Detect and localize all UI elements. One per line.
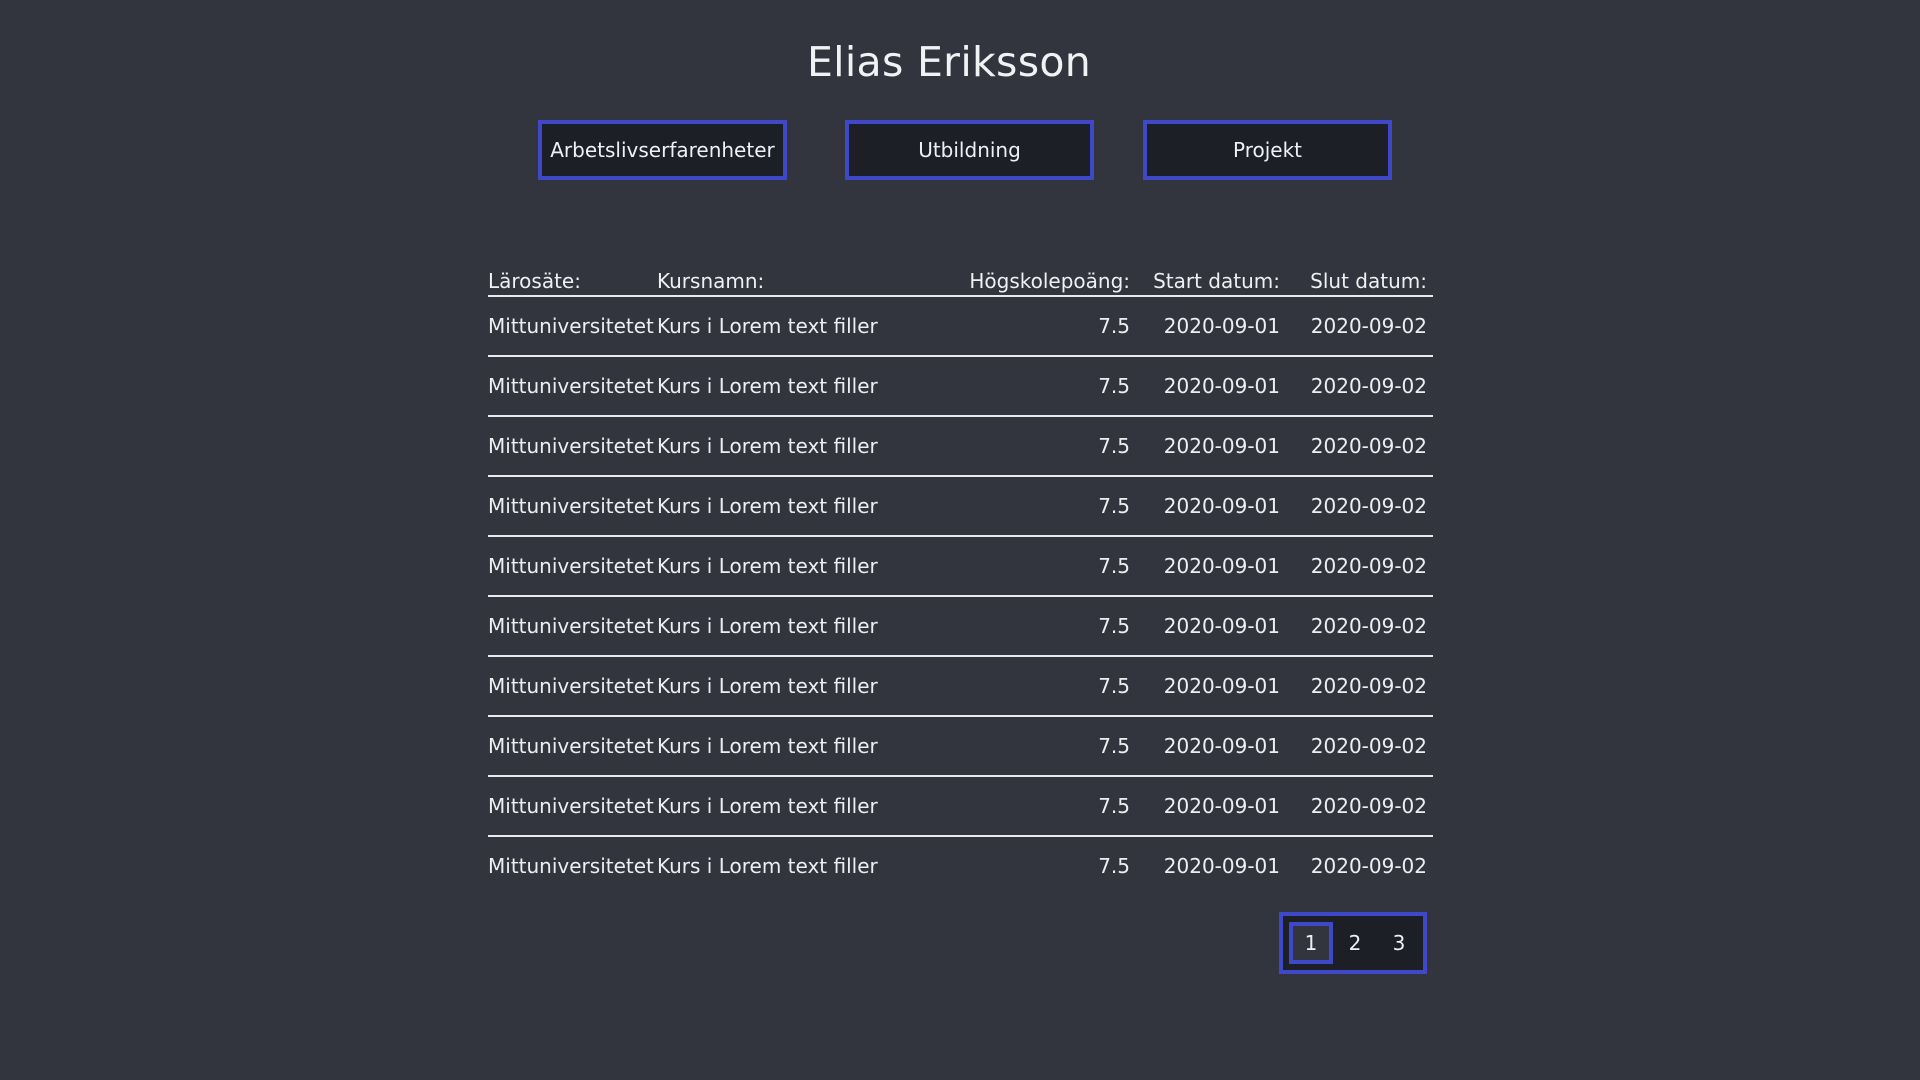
cell-start-date: 2020-09-01 bbox=[1140, 716, 1290, 777]
cell-points: 7.5 bbox=[933, 476, 1140, 537]
table-row: Mittuniversitetet Kurs i Lorem text fille… bbox=[488, 416, 1433, 477]
cell-course: Kurs i Lorem text filler bbox=[657, 596, 933, 657]
cell-points: 7.5 bbox=[933, 656, 1140, 717]
cell-points: 7.5 bbox=[933, 596, 1140, 657]
cell-school: Mittuniversitetet bbox=[488, 416, 657, 477]
cell-points: 7.5 bbox=[1098, 854, 1130, 878]
cell-start-date: 2020-09-01 bbox=[1140, 776, 1290, 837]
cell-points: 7.5 bbox=[933, 716, 1140, 777]
cell-end-date: 2020-09-02 bbox=[1290, 656, 1433, 717]
cell-points: 7.5 bbox=[933, 776, 1140, 837]
cell-start-date: 2020-09-01 bbox=[1140, 536, 1290, 597]
header-points: Högskolepoäng: bbox=[933, 263, 1140, 297]
cell-points: 7.5 bbox=[933, 416, 1140, 477]
tab-education[interactable]: Utbildning bbox=[845, 120, 1094, 180]
cell-course: Kurs i Lorem text filler bbox=[657, 776, 933, 837]
cell-points: 7.5 bbox=[933, 536, 1140, 597]
header-start-date: Start datum: bbox=[1140, 263, 1290, 297]
cell-end-date: 2020-09-02 bbox=[1290, 716, 1433, 777]
cell-course: Kurs i Lorem text filler bbox=[657, 356, 933, 417]
cell-end-date: 2020-09-02 bbox=[1290, 296, 1433, 357]
table-row: Mittuniversitetet Kurs i Lorem text fille… bbox=[488, 296, 1433, 357]
header-end-date: Slut datum: bbox=[1290, 263, 1433, 297]
cell-end-date: 2020-09-02 bbox=[1290, 776, 1433, 837]
cell-school: Mittuniversitetet bbox=[488, 476, 657, 537]
cell-school: Mittuniversitetet bbox=[488, 296, 657, 357]
cell-start-date: 2020-09-01 bbox=[1140, 356, 1290, 417]
header-course: Kursnamn: bbox=[657, 263, 933, 297]
table-row: Mittuniversitetet Kurs i Lorem text fille… bbox=[488, 656, 1433, 717]
table-row: Mittuniversitetet Kurs i Lorem text fille… bbox=[488, 476, 1433, 537]
table-row: Mittuniversitetet Kurs i Lorem text fille… bbox=[488, 716, 1433, 777]
cell-end-date: 2020-09-02 bbox=[1290, 476, 1433, 537]
education-table-container: Lärosäte: Kursnamn: Högskolepoäng: Start… bbox=[488, 263, 1433, 895]
cell-points: 7.5 bbox=[933, 296, 1140, 357]
page-title: Elias Eriksson bbox=[806, 38, 1092, 86]
education-table: Lärosäte: Kursnamn: Högskolepoäng: Start… bbox=[488, 263, 1433, 895]
cell-start-date: 2020-09-01 bbox=[1163, 854, 1280, 878]
page-link-3[interactable]: 3 bbox=[1377, 922, 1421, 964]
cell-end-date: 2020-09-02 bbox=[1290, 596, 1433, 657]
table-row: Mittuniversitetet Kurs i Lorem text fille… bbox=[488, 836, 1433, 895]
cell-start-date: 2020-09-01 bbox=[1140, 656, 1290, 717]
pagination: 123 bbox=[1279, 912, 1427, 974]
cell-course: Kurs i Lorem text filler bbox=[657, 476, 933, 537]
cell-end-date: 2020-09-02 bbox=[1290, 356, 1433, 417]
cell-school: Mittuniversitetet bbox=[488, 656, 657, 717]
cell-start-date: 2020-09-01 bbox=[1140, 596, 1290, 657]
table-row: Mittuniversitetet Kurs i Lorem text fille… bbox=[488, 536, 1433, 597]
table-row: Mittuniversitetet Kurs i Lorem text fille… bbox=[488, 356, 1433, 417]
cell-end-date: 2020-09-02 bbox=[1290, 416, 1433, 477]
cell-course: Kurs i Lorem text filler bbox=[657, 536, 933, 597]
table-row: Mittuniversitetet Kurs i Lorem text fille… bbox=[488, 776, 1433, 837]
page-link-1[interactable]: 1 bbox=[1289, 922, 1333, 964]
page-link-2[interactable]: 2 bbox=[1333, 922, 1377, 964]
cell-course: Kurs i Lorem text filler bbox=[657, 656, 933, 717]
cell-end-date: 2020-09-02 bbox=[1290, 536, 1433, 597]
section-nav: Arbetslivserfarenheter Utbildning Projek… bbox=[0, 120, 1920, 180]
cell-start-date: 2020-09-01 bbox=[1140, 476, 1290, 537]
header-school: Lärosäte: bbox=[488, 263, 657, 297]
cell-course: Kurs i Lorem text filler bbox=[657, 854, 878, 878]
cell-start-date: 2020-09-01 bbox=[1140, 296, 1290, 357]
cell-school: Mittuniversitetet bbox=[488, 596, 657, 657]
table-body: Mittuniversitetet Kurs i Lorem text fille… bbox=[488, 296, 1433, 895]
cell-end-date: 2020-09-02 bbox=[1310, 854, 1427, 878]
cell-school: Mittuniversitetet bbox=[488, 716, 657, 777]
page: Elias Eriksson Arbetslivserfarenheter Ut… bbox=[0, 0, 1920, 1080]
cell-course: Kurs i Lorem text filler bbox=[657, 416, 933, 477]
cell-points: 7.5 bbox=[933, 356, 1140, 417]
cell-course: Kurs i Lorem text filler bbox=[657, 296, 933, 357]
tab-work-experience[interactable]: Arbetslivserfarenheter bbox=[538, 120, 787, 180]
table-header: Lärosäte: Kursnamn: Högskolepoäng: Start… bbox=[488, 263, 1433, 297]
cell-start-date: 2020-09-01 bbox=[1140, 416, 1290, 477]
cell-course: Kurs i Lorem text filler bbox=[657, 716, 933, 777]
cell-school: Mittuniversitetet bbox=[488, 854, 654, 878]
cell-school: Mittuniversitetet bbox=[488, 776, 657, 837]
table-header-row: Lärosäte: Kursnamn: Högskolepoäng: Start… bbox=[488, 263, 1433, 297]
tab-projects[interactable]: Projekt bbox=[1143, 120, 1392, 180]
cell-school: Mittuniversitetet bbox=[488, 356, 657, 417]
table-row: Mittuniversitetet Kurs i Lorem text fille… bbox=[488, 596, 1433, 657]
cell-school: Mittuniversitetet bbox=[488, 536, 657, 597]
